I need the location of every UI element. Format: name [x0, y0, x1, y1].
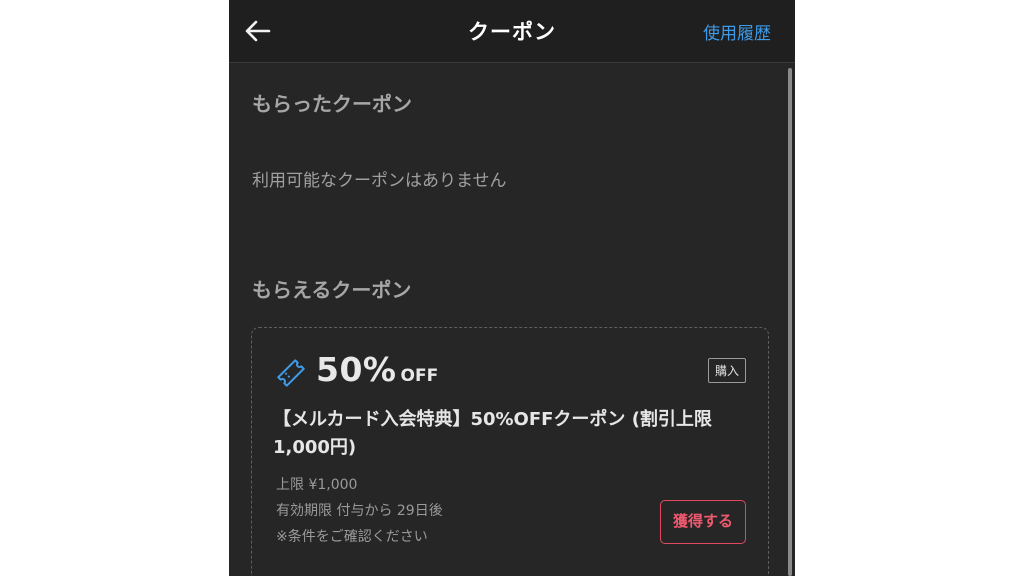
purchase-badge: 購入: [707, 358, 746, 383]
header-bar: クーポン 使用履歴: [229, 0, 795, 63]
coupon-card: 50% OFF 購入 【メルカード入会特典】50%OFFクーポン (割引上限1,0…: [251, 327, 769, 576]
conditions-link[interactable]: ※条件をご確認ください: [276, 526, 428, 546]
ticket-icon: [276, 358, 306, 388]
coupon-name: 【メルカード入会特典】50%OFFクーポン (割引上限1,000円): [273, 409, 712, 458]
discount-amount: 50% OFF: [316, 350, 438, 389]
get-coupon-button[interactable]: 獲得する: [660, 500, 746, 544]
scrollbar[interactable]: [788, 68, 792, 576]
received-coupons-heading: もらったクーポン: [252, 92, 412, 116]
usage-history-link[interactable]: 使用履歴: [703, 19, 771, 44]
app-screen: クーポン 使用履歴 もらったクーポン 利用可能なクーポンはありません もらえるク…: [229, 0, 795, 576]
available-coupons-heading: もらえるクーポン: [252, 278, 412, 302]
empty-message: 利用可能なクーポンはありません: [252, 171, 507, 191]
discount-suffix: OFF: [400, 366, 439, 386]
discount-value: 50%: [316, 350, 397, 389]
coupon-limit: 上限 ¥1,000: [276, 477, 358, 493]
coupon-expiry: 有効期限 付与から 29日後: [276, 503, 443, 519]
